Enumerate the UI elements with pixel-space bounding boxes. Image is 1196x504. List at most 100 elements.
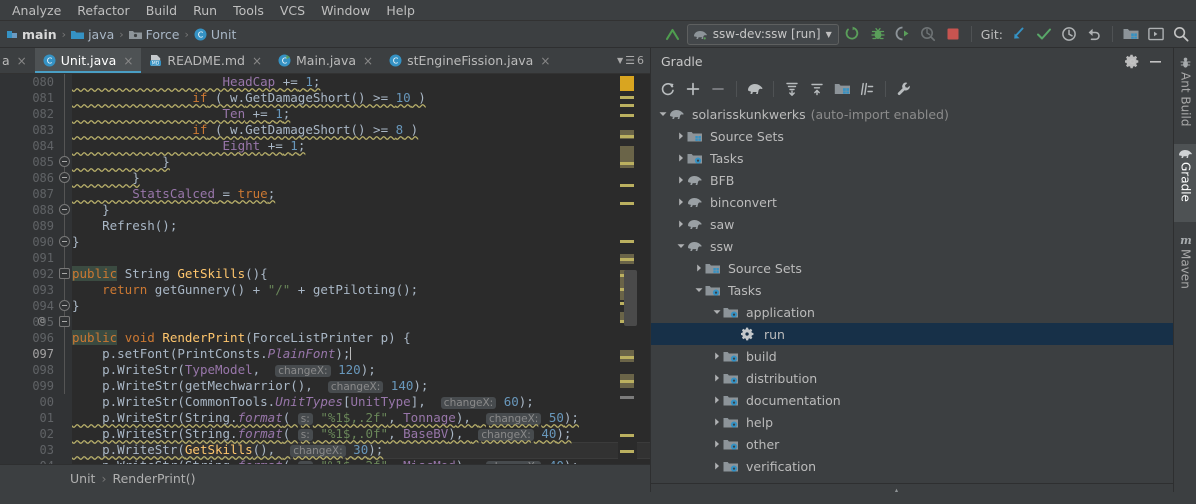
marker-stripe[interactable] — [620, 202, 634, 205]
marker-block[interactable] — [620, 396, 634, 399]
marker-stripe[interactable] — [620, 380, 634, 383]
editor-tab-overflow[interactable]: ▼ ☰ 6 — [611, 48, 650, 73]
marker-stripe[interactable] — [620, 184, 634, 187]
tree-node-other[interactable]: other — [651, 433, 1174, 455]
minimize-icon[interactable] — [1148, 54, 1163, 69]
marker-stripe[interactable] — [620, 258, 634, 261]
chevron-right-icon[interactable] — [675, 218, 687, 230]
menu-item-vcs[interactable]: VCS — [272, 1, 313, 20]
marker-warning-box[interactable] — [620, 76, 634, 91]
editor-breadcrumb-method[interactable]: RenderPrint() — [112, 471, 195, 486]
tree-node-binconvert[interactable]: binconvert — [651, 191, 1174, 213]
history-icon[interactable] — [1058, 23, 1080, 45]
close-icon[interactable]: × — [252, 54, 262, 68]
tree-node-source-sets[interactable]: Source Sets — [651, 125, 1174, 147]
fold-collapse-marker[interactable] — [59, 172, 70, 183]
editor-tab-stenginefission-java[interactable]: C stEngineFission.java × — [381, 48, 558, 73]
close-icon[interactable]: × — [540, 54, 550, 68]
breadcrumb-item-force[interactable]: Force — [126, 27, 183, 42]
project-structure-icon[interactable] — [1120, 23, 1142, 45]
marker-stripe[interactable] — [620, 450, 634, 453]
tool-tab-maven[interactable]: m Maven — [1174, 230, 1196, 304]
fold-collapse-marker[interactable] — [59, 156, 70, 167]
override-annotation-marker[interactable]: @ — [38, 314, 45, 327]
chevron-right-icon[interactable] — [693, 262, 705, 274]
tool-tab-ant-build[interactable]: Ant Build — [1174, 52, 1196, 138]
tool-tab-gradle[interactable]: Gradle — [1174, 144, 1196, 222]
editor-breadcrumb-class[interactable]: Unit — [70, 471, 95, 486]
terminal-icon[interactable] — [1145, 23, 1167, 45]
gear-icon[interactable] — [1125, 54, 1140, 69]
project-structure-icon[interactable] — [831, 78, 853, 100]
chevron-right-icon[interactable] — [675, 174, 687, 186]
chevron-down-icon[interactable] — [675, 240, 687, 252]
menu-item-help[interactable]: Help — [378, 1, 423, 20]
marker-stripe[interactable] — [620, 434, 634, 437]
wrench-icon[interactable] — [893, 78, 915, 100]
tree-node-ssw-source-sets[interactable]: Source Sets — [651, 257, 1174, 279]
menu-item-refactor[interactable]: Refactor — [69, 1, 137, 20]
remove-icon[interactable] — [707, 78, 729, 100]
menu-item-analyze[interactable]: Analyze — [4, 1, 69, 20]
collapse-all-icon[interactable] — [806, 78, 828, 100]
chevron-right-icon[interactable] — [711, 460, 723, 472]
debug-icon[interactable] — [867, 23, 889, 45]
editor-marker-bar[interactable] — [618, 74, 637, 464]
menu-item-window[interactable]: Window — [313, 1, 378, 20]
breadcrumb-item-java[interactable]: java — [68, 27, 117, 42]
chevron-right-icon[interactable] — [711, 438, 723, 450]
run-configuration-selector[interactable]: ssw-dev:ssw [run] ▼ — [686, 23, 839, 45]
run-coverage-icon[interactable] — [892, 23, 914, 45]
tree-node-documentation[interactable]: documentation — [651, 389, 1174, 411]
profile-icon[interactable] — [917, 23, 939, 45]
tree-node-saw[interactable]: saw — [651, 213, 1174, 235]
marker-stripe[interactable] — [620, 162, 634, 165]
close-icon[interactable]: × — [17, 54, 27, 68]
rollback-icon[interactable] — [1083, 23, 1105, 45]
fold-collapse-marker[interactable] — [59, 268, 70, 279]
tree-node-run[interactable]: run — [651, 323, 1174, 345]
commit-icon[interactable] — [1033, 23, 1055, 45]
tree-node-distribution[interactable]: distribution — [651, 367, 1174, 389]
close-icon[interactable]: × — [123, 54, 133, 68]
build-icon[interactable] — [662, 23, 684, 45]
chevron-down-icon[interactable] — [711, 306, 723, 318]
update-project-icon[interactable] — [1008, 23, 1030, 45]
expand-all-icon[interactable] — [781, 78, 803, 100]
code-text-area[interactable]: HeadCap += 1; if ( w.GetDamageShort() >=… — [72, 74, 618, 464]
chevron-down-icon[interactable] — [693, 284, 705, 296]
marker-stripe[interactable] — [620, 114, 634, 117]
editor-tab-unit-java[interactable]: C Unit.java × — [34, 48, 142, 73]
marker-stripe[interactable] — [620, 356, 634, 359]
run-icon[interactable] — [842, 23, 864, 45]
fold-collapse-marker[interactable] — [59, 316, 70, 327]
chevron-right-icon[interactable] — [711, 350, 723, 362]
editor-tab-readme-md[interactable]: MD README.md × — [141, 48, 270, 73]
gradle-project-tree[interactable]: solarisskunkwerks (auto-import enabled) … — [651, 103, 1174, 504]
refresh-icon[interactable] — [657, 78, 679, 100]
menu-item-build[interactable]: Build — [138, 1, 185, 20]
chevron-right-icon[interactable] — [675, 130, 687, 142]
editor-scrollbar-thumb[interactable] — [624, 270, 637, 326]
menu-item-tools[interactable]: Tools — [225, 1, 272, 20]
editor-tab-clipped[interactable]: a × — [0, 48, 35, 73]
breadcrumb-item-unit[interactable]: C Unit — [191, 27, 239, 42]
tree-node-ssw[interactable]: ssw — [651, 235, 1174, 257]
marker-stripe[interactable] — [620, 96, 634, 99]
close-icon[interactable]: × — [363, 54, 373, 68]
add-icon[interactable] — [682, 78, 704, 100]
stop-icon[interactable] — [942, 23, 964, 45]
gradle-elephant-icon[interactable] — [744, 78, 766, 100]
chevron-right-icon[interactable] — [711, 416, 723, 428]
marker-stripe[interactable] — [620, 240, 634, 243]
chevron-right-icon[interactable] — [675, 196, 687, 208]
tree-node-ssw-tasks[interactable]: Tasks — [651, 279, 1174, 301]
fold-collapse-marker[interactable] — [59, 204, 70, 215]
marker-stripe[interactable] — [620, 135, 634, 138]
tree-node-build[interactable]: build — [651, 345, 1174, 367]
tree-node-tasks[interactable]: Tasks — [651, 147, 1174, 169]
editor-gutter[interactable]: 080 081 082 083 084 085 086 087 088 089 … — [0, 74, 58, 464]
chevron-right-icon[interactable] — [675, 152, 687, 164]
search-icon[interactable] — [1170, 23, 1192, 45]
marker-stripe[interactable] — [620, 104, 634, 107]
